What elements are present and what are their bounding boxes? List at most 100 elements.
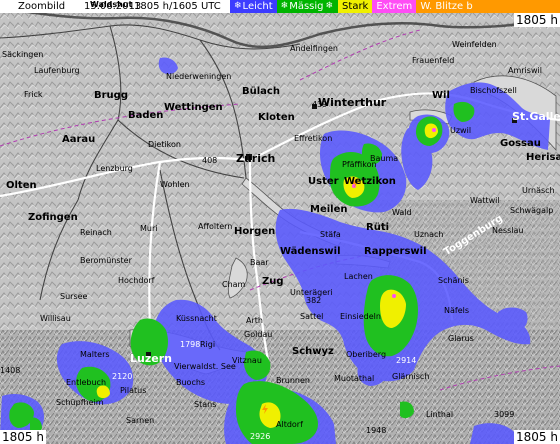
legend-extrem: Extrem <box>372 0 417 13</box>
label-horgen: Horgen <box>234 226 276 237</box>
label-meilen: Meilen <box>310 204 348 215</box>
snowflake-icon: ❄ <box>234 1 242 11</box>
label-amriswil: Amriswil <box>508 66 542 75</box>
timestamp-bottom-left: 1805 h <box>0 430 46 444</box>
label-frauenfeld: Frauenfeld <box>412 56 455 65</box>
label-schwyz: Schwyz <box>292 346 334 357</box>
map-time: 1805 h/1605 UTC <box>134 1 221 12</box>
label-kloten: Kloten <box>258 112 295 123</box>
label-schanis: Schänis <box>438 276 469 285</box>
timestamp-top-right: 1805 h <box>514 13 560 27</box>
label-vitznau: Vitznau <box>232 356 262 365</box>
label-reinach: Reinach <box>80 228 112 237</box>
radar-map: Zoombild 15.06.2013 1805 h/1605 UTC ❄ Lei… <box>0 0 560 444</box>
label-niederweningen: Niederweningen <box>166 72 232 81</box>
label-vierwaldst: Vierwaldst. See <box>174 362 236 371</box>
header-legend: Zoombild 15.06.2013 1805 h/1605 UTC ❄ Lei… <box>0 0 560 13</box>
legend-stark: Stark <box>338 0 373 13</box>
label-sackingen: Säckingen <box>2 50 44 59</box>
elevation-439: 439 <box>312 100 328 109</box>
label-weinfelden: Weinfelden <box>452 40 497 49</box>
label-laufenburg: Laufenburg <box>34 66 80 75</box>
label-lachen: Lachen <box>344 272 373 281</box>
label-urnasch: Urnäsch <box>522 186 555 195</box>
label-schupfheim: Schüpfheim <box>56 398 104 407</box>
label-rueti: Rüti <box>366 222 390 233</box>
label-zofingen: Zofingen <box>28 212 78 223</box>
label-muri: Muri <box>140 224 158 233</box>
label-entlebuch: Entlebuch <box>66 378 107 387</box>
label-andelfingen: Andelfingen <box>290 44 338 53</box>
label-arth: Arth <box>246 316 263 325</box>
label-sarnen: Sarnen <box>126 416 155 425</box>
label-glarnisch: Glärnisch <box>392 372 430 381</box>
elevation-382: 382 <box>306 296 322 305</box>
label-zug: Zug <box>262 276 284 287</box>
label-baar: Baar <box>250 258 269 267</box>
label-uzwil: Uzwil <box>450 126 472 135</box>
map-title: Zoombild <box>18 1 66 12</box>
label-wil: Wil <box>432 90 450 101</box>
elevation-3099: 3099 <box>494 410 515 419</box>
label-cham: Cham <box>222 280 246 289</box>
legend-massig: ❄ Mässig ❄ <box>276 0 339 13</box>
label-einsiedeln: Einsiedeln <box>340 312 381 321</box>
label-goldau: Goldau <box>244 330 273 339</box>
label-altdorf: Altdorf <box>276 420 303 429</box>
label-rapperswil: Rapperswil <box>364 246 427 257</box>
label-effretikon: Effretikon <box>294 134 333 143</box>
label-dietikon: Dietikon <box>148 140 181 149</box>
label-kussnacht: Küssnacht <box>176 314 217 323</box>
label-wattwil: Wattwil <box>470 196 500 205</box>
label-affoltern: Affoltern <box>198 222 233 231</box>
label-nafels: Näfels <box>444 306 470 315</box>
label-luzern: Luzern <box>130 352 172 365</box>
legend-blitze: W. Blitze b <box>416 0 560 13</box>
label-wettingen: Wettingen <box>164 102 223 113</box>
label-pilatus: Pilatus <box>120 386 147 395</box>
label-rigi: Rigi <box>200 340 216 349</box>
label-uster: Uster <box>308 176 339 187</box>
label-frick: Frick <box>24 90 43 99</box>
label-glarus: Glarus <box>448 334 474 343</box>
snowflake-icon: ❄ <box>325 1 334 11</box>
snowflake-icon: ❄ <box>280 1 289 11</box>
label-oberiberg: Oberiberg <box>346 350 387 359</box>
label-brugg: Brugg <box>94 90 128 101</box>
label-aarau: Aarau <box>62 134 96 145</box>
label-brunnen: Brunnen <box>276 376 310 385</box>
elevation-glarnisch: 2914 <box>396 356 417 365</box>
label-stafa: Stäfa <box>320 230 341 239</box>
elevation-1408: 1408 <box>0 366 21 375</box>
elevation-1948: 1948 <box>366 426 387 435</box>
elevation-408: 408 <box>202 156 218 165</box>
label-waldshut: Waldshut <box>90 0 133 9</box>
label-bulach: Bülach <box>242 86 280 97</box>
timestamp-bottom-right: 1805 h <box>514 430 560 444</box>
label-bischofszell: Bischofszell <box>470 86 517 95</box>
label-uznach: Uznach <box>414 230 444 239</box>
label-sattel: Sattel <box>300 312 324 321</box>
label-schwaegalp: Schwägalp <box>510 206 554 215</box>
label-hochdorf: Hochdorf <box>118 276 155 285</box>
label-wald: Wald <box>392 208 412 217</box>
label-willisau: Willisau <box>40 314 71 323</box>
label-sursee: Sursee <box>60 292 88 301</box>
label-herisau: Herisau <box>526 152 560 163</box>
label-wetzikon: Wetzikon <box>344 176 396 187</box>
label-linthal: Linthal <box>426 410 454 419</box>
label-olten: Olten <box>6 180 37 191</box>
label-stgallen: St.Gallen <box>512 110 560 123</box>
elevation-pilatus: 2120 <box>112 372 133 381</box>
label-malters: Malters <box>80 350 110 359</box>
elevation-rigi: 1798 <box>180 340 201 349</box>
label-baden: Baden <box>128 110 164 121</box>
label-wohlen: Wohlen <box>160 180 190 189</box>
label-stans: Stans <box>194 400 217 409</box>
label-zurich: Zürich <box>236 152 276 165</box>
elevation-altdorf: 2926 <box>250 432 271 441</box>
label-lenzburg: Lenzburg <box>96 164 133 173</box>
legend-leicht: ❄ Leicht <box>230 0 277 13</box>
label-muotathal: Muotathal <box>334 374 375 383</box>
label-waedenswil: Wädenswil <box>280 246 341 257</box>
